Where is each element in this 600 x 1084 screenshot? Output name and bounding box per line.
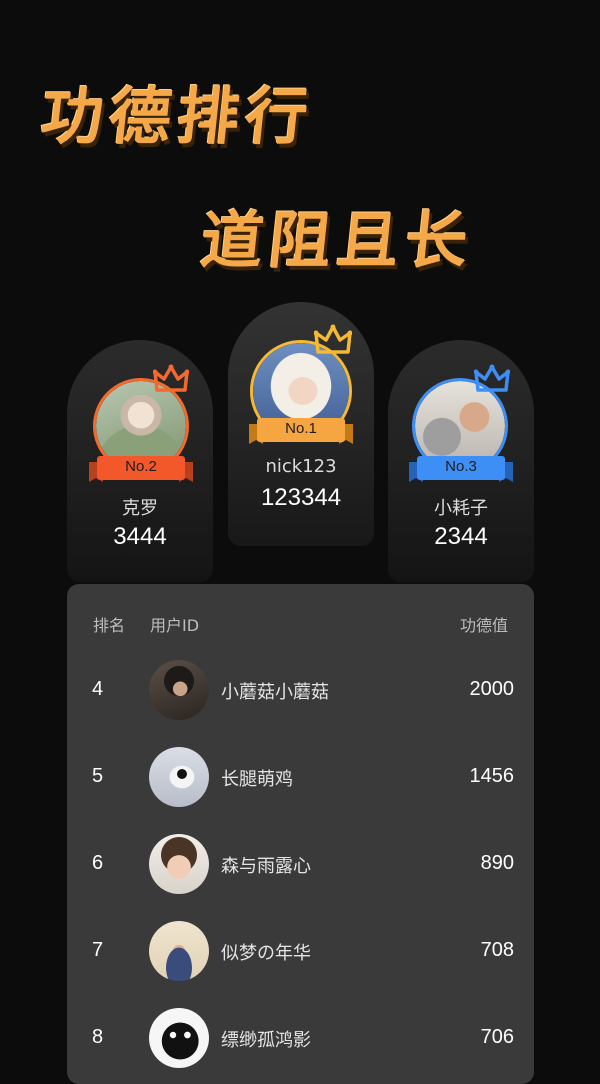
podium-name: 小耗子 xyxy=(434,498,488,519)
podium-score: 123344 xyxy=(260,484,342,511)
banner-subtitle: 道阻且长 xyxy=(197,204,478,277)
rank-label: No.1 xyxy=(285,420,317,437)
row-rank: 7 xyxy=(92,939,104,961)
row-rank: 6 xyxy=(92,852,104,874)
header-rank: 排名 xyxy=(93,616,126,635)
rank-label: No.3 xyxy=(445,458,477,475)
row-username: 似梦の年华 xyxy=(221,943,311,964)
crown-icon xyxy=(314,324,352,354)
podium-score: 3444 xyxy=(113,523,167,550)
rank-label: No.2 xyxy=(125,458,157,475)
table-header: 排名 用户ID 功德值 xyxy=(67,612,534,635)
row-username: 小蘑菇小蘑菇 xyxy=(221,682,329,703)
row-score: 706 xyxy=(480,1026,514,1048)
row-score: 1456 xyxy=(469,765,515,787)
row-score: 708 xyxy=(480,939,514,961)
table-row[interactable]: 4 小蘑菇小蘑菇 2000 xyxy=(67,660,534,722)
avatar[interactable] xyxy=(149,1008,209,1068)
table-row[interactable]: 6 森与雨露心 890 xyxy=(67,834,534,896)
podium-third[interactable]: No.3 小耗子 2344 xyxy=(388,340,534,582)
header-user-id: 用户ID xyxy=(150,616,200,635)
podium-score: 2344 xyxy=(434,523,488,550)
crown-icon xyxy=(474,364,510,392)
row-score: 2000 xyxy=(469,678,515,700)
header-score: 功德值 xyxy=(459,616,508,635)
avatar[interactable] xyxy=(149,834,209,894)
avatar[interactable] xyxy=(149,660,209,720)
row-username: 长腿萌鸡 xyxy=(221,769,293,790)
table-row[interactable]: 8 缥缈孤鸿影 706 xyxy=(67,1008,534,1070)
leaderboard-table: 排名 用户ID 功德值 4 小蘑菇小蘑菇 2000 5 长腿萌鸡 1456 6 … xyxy=(67,584,534,1084)
row-rank: 4 xyxy=(92,678,104,700)
podium-first[interactable]: No.1 nick123 123344 xyxy=(228,302,374,546)
avatar[interactable] xyxy=(149,921,209,981)
podium-second[interactable]: No.2 克罗 3444 xyxy=(67,340,213,582)
avatar[interactable] xyxy=(149,747,209,807)
crown-icon xyxy=(153,364,189,392)
row-rank: 5 xyxy=(92,765,104,787)
row-score: 890 xyxy=(480,852,514,874)
table-row[interactable]: 5 长腿萌鸡 1456 xyxy=(67,747,534,809)
podium-name: 克罗 xyxy=(122,498,158,519)
row-username: 缥缈孤鸿影 xyxy=(221,1030,311,1051)
podium-name: nick123 xyxy=(265,456,337,477)
table-row[interactable]: 7 似梦の年华 708 xyxy=(67,921,534,983)
row-username: 森与雨露心 xyxy=(221,856,311,877)
row-rank: 8 xyxy=(92,1026,104,1048)
banner-title: 功德排行 xyxy=(37,80,318,153)
